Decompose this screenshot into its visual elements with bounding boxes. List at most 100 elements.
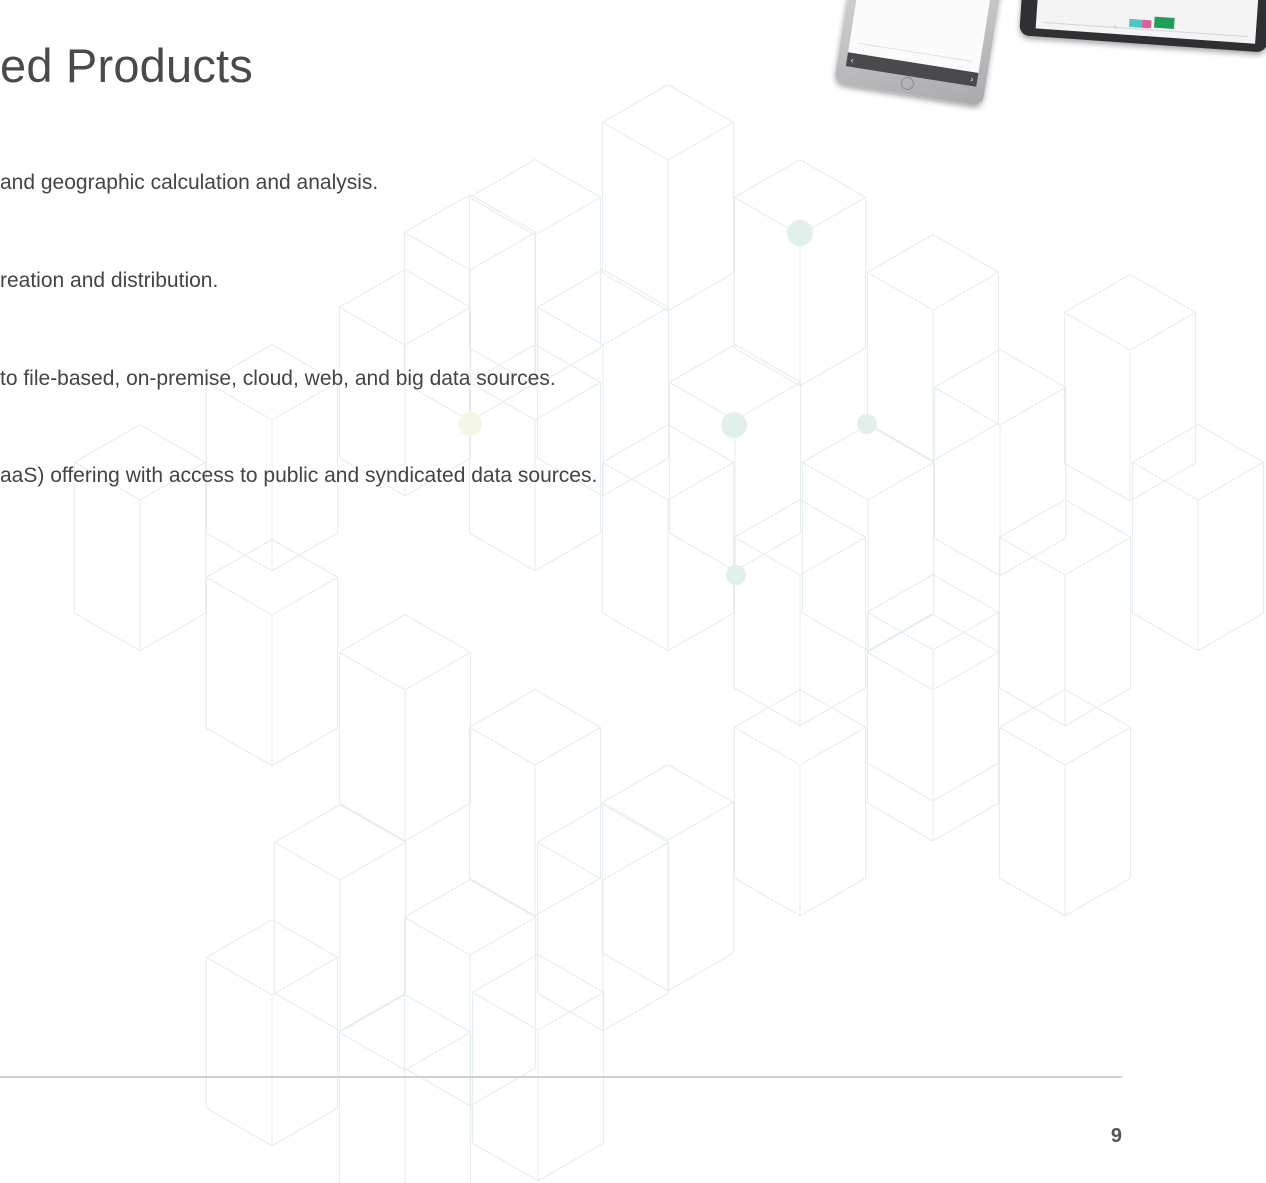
pattern-line: [339, 994, 406, 1033]
pattern-line: [537, 804, 604, 843]
pattern-line: [1132, 424, 1199, 463]
pattern-line: [867, 424, 934, 463]
pattern-line: [534, 159, 601, 198]
chart-bar: [1153, 16, 1175, 30]
pattern-line: [667, 764, 734, 803]
pattern-line: [339, 1031, 406, 1071]
pattern-line: [404, 306, 471, 346]
pattern-line: [534, 532, 601, 572]
chevron-left-icon: ‹: [850, 54, 855, 66]
pattern-line: [1064, 274, 1131, 313]
pattern-line: [602, 612, 669, 652]
pattern-line: [74, 612, 141, 652]
pattern-line: [932, 574, 999, 613]
pattern-line: [1064, 499, 1131, 538]
pattern-line: [537, 991, 604, 1031]
pattern-line: [537, 841, 604, 881]
pattern-line: [1064, 689, 1131, 728]
pattern-line: [934, 386, 1001, 426]
page-number: 9: [1110, 1125, 1122, 1147]
pattern-line: [669, 344, 736, 383]
pattern-line: [602, 952, 669, 992]
pattern-line: [802, 612, 869, 652]
pattern-line: [802, 424, 869, 463]
pattern-line: [404, 614, 471, 653]
pattern-line: [339, 269, 406, 308]
chevron-right-icon: ›: [969, 73, 975, 85]
pattern-line: [799, 726, 866, 766]
pattern-line: [1129, 311, 1196, 351]
pattern-line: [602, 457, 669, 497]
pattern-dot: [721, 412, 747, 438]
pattern-line: [867, 461, 934, 501]
pattern-line: [602, 461, 669, 501]
pattern-line: [867, 614, 934, 653]
pattern-line: [1064, 311, 1131, 351]
pattern-line: [602, 804, 669, 843]
pattern-line: [206, 919, 273, 958]
pattern-line: [734, 687, 801, 727]
pattern-line: [932, 234, 999, 273]
pattern-line: [537, 306, 604, 346]
pattern-line: [472, 954, 539, 993]
pattern-line: [932, 611, 999, 651]
pattern-line: [932, 422, 999, 462]
pattern-line: [534, 196, 601, 236]
pattern-line: [602, 992, 669, 1032]
pattern-line: [339, 614, 406, 653]
product-description-1: and geographic calculation and analysis.: [0, 171, 379, 194]
pattern-line: [999, 386, 1066, 426]
pattern-line: [667, 801, 734, 841]
pattern-line: [734, 689, 801, 728]
pattern-line: [602, 121, 669, 161]
pattern-line: [271, 539, 338, 578]
pattern-line: [1064, 462, 1131, 502]
pattern-dot: [726, 565, 746, 585]
pattern-line: [404, 802, 471, 842]
pattern-line: [1197, 612, 1264, 652]
pattern-line: [667, 272, 734, 312]
pattern-line: [867, 611, 934, 651]
pattern-line: [867, 802, 934, 842]
pattern-line: [999, 726, 1066, 766]
pattern-line: [799, 159, 866, 198]
pattern-line: [469, 879, 536, 918]
pattern-line: [469, 689, 536, 728]
pattern-line: [271, 919, 338, 958]
pattern-line: [274, 804, 341, 843]
pattern-line: [469, 159, 536, 198]
pattern-line: [934, 349, 1001, 388]
pattern-line: [404, 879, 471, 918]
pattern-line: [734, 499, 801, 538]
pattern-dot: [857, 414, 877, 434]
pattern-line: [799, 347, 866, 387]
pattern-line: [934, 537, 1001, 577]
pattern-line: [469, 726, 536, 766]
pattern-line: [537, 954, 604, 993]
pattern-line: [802, 461, 869, 501]
pattern-line: [339, 802, 406, 842]
footer-divider: [0, 1076, 1122, 1078]
pattern-line: [139, 424, 206, 463]
pattern-line: [537, 269, 604, 308]
pattern-line: [734, 344, 801, 383]
pattern-line: [602, 424, 669, 463]
laptop-screen: ‹: [1035, 0, 1261, 44]
pattern-line: [667, 121, 734, 161]
pattern-line: [999, 877, 1066, 917]
pattern-line: [799, 877, 866, 917]
pattern-line: [404, 1067, 471, 1107]
pattern-line: [1129, 462, 1196, 502]
pattern-line: [1064, 726, 1131, 766]
pattern-line: [404, 994, 471, 1033]
pattern-line: [469, 196, 536, 236]
pattern-line: [534, 689, 601, 728]
pattern-line: [602, 306, 669, 346]
page-title: ed Products: [0, 39, 254, 92]
pattern-line: [667, 612, 734, 652]
pattern-line: [274, 992, 341, 1032]
pattern-line: [932, 614, 999, 653]
pattern-line: [404, 651, 471, 691]
pattern-line: [537, 1142, 604, 1182]
pattern-line: [1064, 536, 1131, 576]
